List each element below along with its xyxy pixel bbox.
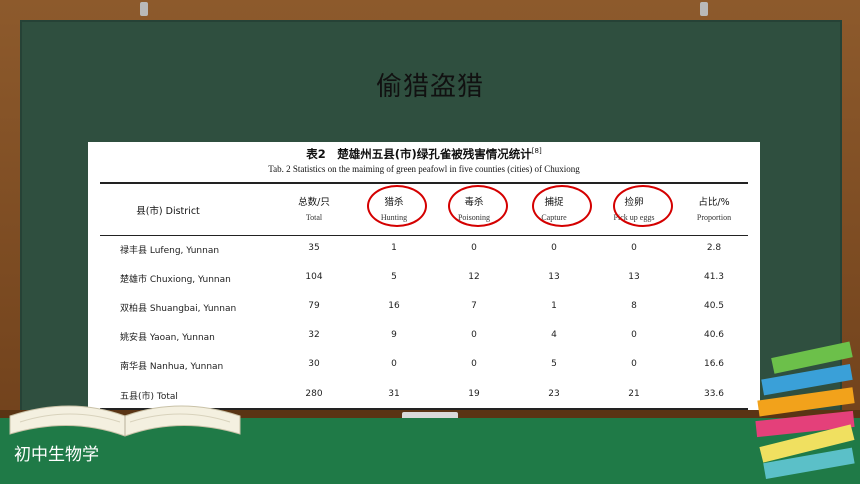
- table-cell: 0: [471, 243, 477, 253]
- table-cell: 4: [551, 330, 557, 340]
- column-header: 县(市) District: [108, 203, 228, 217]
- table-cell: 21: [628, 389, 640, 399]
- table-cell: 7: [471, 301, 477, 311]
- column-header-cn: 占比/%: [698, 197, 730, 208]
- table-cell: 2.8: [706, 243, 722, 253]
- table-cell: 40.5: [703, 301, 725, 311]
- table-cell: 8: [631, 301, 637, 311]
- book-stack-icon: [755, 341, 855, 479]
- table-cell: 1: [551, 301, 557, 311]
- highlight-circle-capture: [532, 185, 592, 227]
- table-cell: 9: [391, 330, 397, 340]
- row-district: 双柏县 Shuangbai, Yunnan: [120, 304, 237, 314]
- highlight-circle-hunting: [367, 185, 427, 227]
- table-cell: 280: [305, 389, 323, 399]
- highlight-circle-eggs: [613, 185, 673, 227]
- row-district: 禄丰县 Lufeng, Yunnan: [120, 246, 220, 256]
- table-top-rule: [100, 182, 748, 184]
- frame-nail: [700, 2, 708, 16]
- table-caption-en: Tab. 2 Statistics on the maiming of gree…: [268, 164, 580, 174]
- table-cell: 0: [471, 359, 477, 369]
- table-cell: 104: [305, 272, 323, 282]
- row-district: 南华县 Nanhua, Yunnan: [120, 362, 224, 372]
- column-header: 占比/% Proportion: [679, 194, 749, 222]
- table-cell: 40.6: [703, 330, 725, 340]
- table-cell: 16.6: [703, 359, 725, 369]
- table-cell: 41.3: [703, 272, 725, 282]
- table-cell: 35: [308, 243, 320, 253]
- column-header-en: Total: [305, 213, 323, 222]
- footer-label: 初中生物学: [14, 445, 99, 465]
- table-cell: 12: [468, 272, 480, 282]
- row-district: 楚雄市 Chuxiong, Yunnan: [120, 275, 231, 285]
- slide-title: 偷猎盗猎: [375, 72, 484, 102]
- table-cell: 0: [631, 359, 637, 369]
- table-cell: 23: [548, 389, 560, 399]
- table-cell: 0: [551, 243, 557, 253]
- table-cell: 0: [631, 243, 637, 253]
- column-header-cn: 总数/只: [298, 197, 330, 208]
- table-cell: 0: [631, 330, 637, 340]
- open-book-icon: [9, 405, 241, 437]
- table-cell: 19: [468, 389, 480, 399]
- table-cell: 1: [391, 243, 397, 253]
- column-header: 总数/只 Total: [279, 194, 349, 222]
- table-cell: 16: [388, 301, 400, 311]
- table-header-rule: [100, 235, 748, 236]
- table-cell: 13: [628, 272, 640, 282]
- table-cell: 31: [388, 389, 400, 399]
- table-cell: 0: [391, 359, 397, 369]
- table-caption-cn: 表2 楚雄州五县(市)绿孔雀被残害情况统计[8]: [88, 146, 760, 162]
- table-cell: 5: [551, 359, 557, 369]
- column-header-cn: 县(市) District: [136, 206, 200, 217]
- frame-nail: [140, 2, 148, 16]
- column-header-en: Proportion: [696, 213, 732, 222]
- highlight-circle-poisoning: [448, 185, 508, 227]
- table-cell: 32: [308, 330, 320, 340]
- caption-ref: [8]: [531, 147, 542, 156]
- table-cell: 5: [391, 272, 397, 282]
- table-cell: 79: [308, 301, 320, 311]
- statistics-table: 表2 楚雄州五县(市)绿孔雀被残害情况统计[8] Tab. 2 Statisti…: [88, 142, 760, 410]
- table-cell: 0: [471, 330, 477, 340]
- row-district: 姚安县 Yaoan, Yunnan: [120, 333, 215, 343]
- table-cell: 13: [548, 272, 560, 282]
- table-cell: 33.6: [703, 389, 725, 399]
- table-cell: 30: [308, 359, 320, 369]
- caption-cn-text: 表2 楚雄州五县(市)绿孔雀被残害情况统计: [306, 147, 532, 161]
